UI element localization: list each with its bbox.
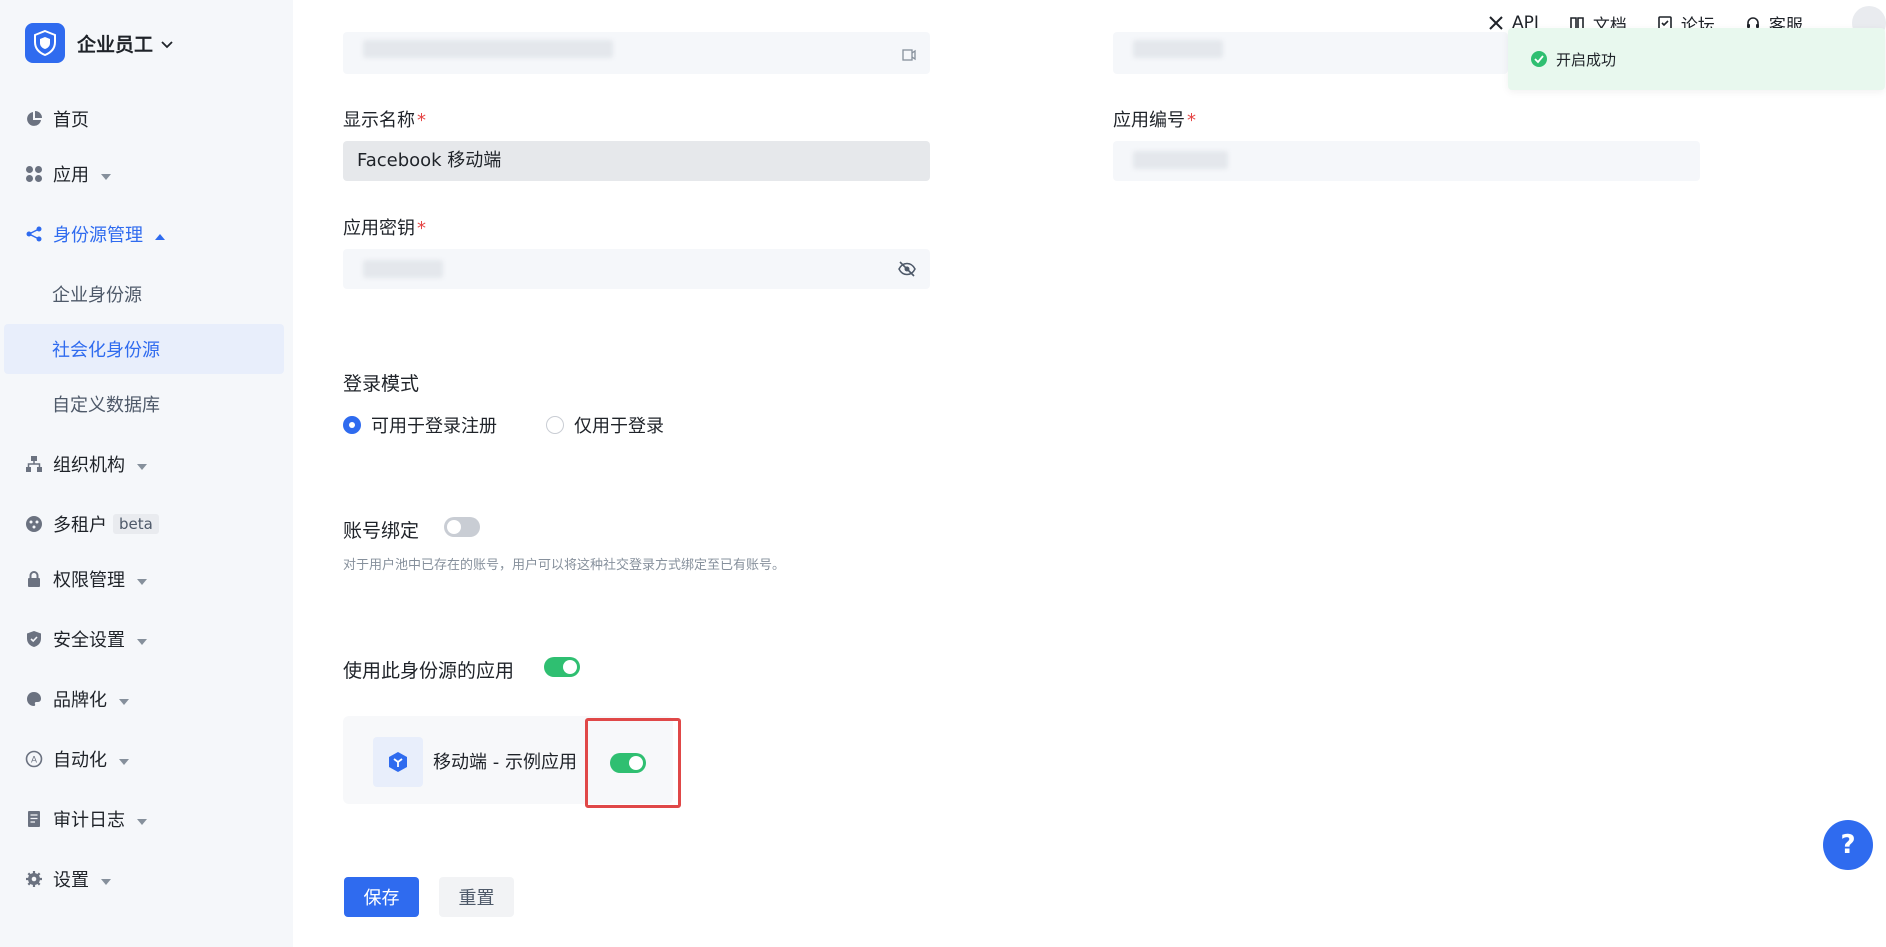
app-secret-label: 应用密钥 * — [343, 218, 426, 239]
apps-using-toggle[interactable] — [544, 657, 580, 677]
gear-icon — [25, 870, 43, 888]
eye-off-icon[interactable] — [898, 260, 916, 282]
sidebar-item-label: 多租户 — [53, 515, 107, 536]
org-logo — [25, 23, 65, 63]
sidebar-item-multitenant[interactable]: 多租户 beta — [0, 499, 284, 549]
palette-icon — [25, 690, 43, 708]
sidebar-item-label: 组织机构 — [53, 455, 125, 476]
sidebar-item-branding[interactable]: 品牌化 — [0, 674, 284, 724]
app-name: 移动端 - 示例应用 — [433, 752, 577, 773]
svg-text:A: A — [31, 755, 37, 765]
display-name-label: 显示名称 * — [343, 110, 426, 131]
sidebar-item-permissions[interactable]: 权限管理 — [0, 554, 284, 604]
caret-down-icon — [137, 629, 147, 650]
automation-icon: A — [25, 750, 43, 768]
share-icon — [25, 225, 43, 243]
sidebar-subitem-social[interactable]: 社会化身份源 — [4, 324, 284, 374]
sidebar-item-label: 身份源管理 — [53, 225, 143, 246]
sidebar-item-label: 设置 — [53, 870, 89, 891]
redacted-value — [363, 260, 443, 278]
sidebar-item-label: 审计日志 — [53, 810, 125, 831]
caret-down-icon — [101, 164, 111, 185]
sidebar-item-label: 自动化 — [53, 750, 107, 771]
radio-label: 仅用于登录 — [574, 416, 664, 437]
caret-up-icon — [155, 224, 165, 245]
sidebar-item-label: 安全设置 — [53, 630, 125, 651]
radio-login-register[interactable]: 可用于登录注册 — [343, 412, 497, 438]
radio-unchecked-icon — [546, 416, 564, 434]
org-tree-icon — [25, 455, 43, 473]
sidebar-subitem-enterprise[interactable]: 企业身份源 — [4, 269, 284, 319]
account-binding-hint: 对于用户池中已存在的账号，用户可以将这种社交登录方式绑定至已有账号。 — [343, 558, 786, 573]
save-button[interactable]: 保存 — [344, 877, 419, 917]
sidebar-item-home[interactable]: 首页 — [0, 94, 284, 144]
sidebar-item-label: 首页 — [53, 110, 89, 131]
caret-down-icon — [119, 749, 129, 770]
check-circle-icon — [1531, 51, 1547, 67]
sidebar-item-identity-sources[interactable]: 身份源管理 — [0, 209, 284, 259]
sidebar-subitem-label: 企业身份源 — [52, 285, 142, 306]
redacted-value — [363, 40, 613, 58]
toast-message: 开启成功 — [1556, 50, 1617, 69]
org-name: 企业员工 — [77, 33, 154, 56]
top-input-right[interactable] — [1113, 32, 1508, 74]
grid-icon — [25, 165, 43, 183]
beta-badge: beta — [113, 514, 159, 534]
radio-checked-icon — [343, 416, 361, 434]
sidebar-item-org[interactable]: 组织机构 — [0, 439, 284, 489]
help-button[interactable]: ? — [1823, 820, 1873, 870]
app-id-input[interactable] — [1113, 141, 1700, 181]
radio-label: 可用于登录注册 — [371, 416, 497, 437]
app-id-label: 应用编号 * — [1113, 110, 1196, 131]
tools-icon — [1489, 16, 1503, 30]
redacted-value — [1133, 151, 1228, 169]
success-toast: 开启成功 — [1508, 28, 1885, 90]
sidebar-subitem-label: 社会化身份源 — [52, 340, 160, 361]
caret-down-icon — [137, 569, 147, 590]
chevron-down-icon — [161, 34, 173, 53]
sidebar-item-label: 应用 — [53, 165, 89, 186]
sidebar-item-automation[interactable]: A 自动化 — [0, 734, 284, 784]
sidebar-item-audit-log[interactable]: 审计日志 — [0, 794, 284, 844]
multitenant-icon — [25, 515, 43, 533]
pie-chart-icon — [25, 110, 43, 128]
reset-button[interactable]: 重置 — [439, 877, 514, 917]
app-secret-input[interactable] — [343, 249, 930, 289]
account-binding-toggle[interactable] — [444, 517, 480, 537]
sidebar-item-apps[interactable]: 应用 — [0, 149, 284, 199]
copy-icon[interactable] — [902, 46, 916, 65]
sidebar-item-label: 权限管理 — [53, 570, 125, 591]
shield-icon — [25, 630, 43, 648]
highlight-box — [585, 718, 681, 808]
document-icon — [25, 810, 43, 828]
sidebar-subitem-custom-db[interactable]: 自定义数据库 — [4, 379, 284, 429]
org-switcher[interactable]: 企业员工 — [25, 23, 173, 63]
redacted-value — [1133, 40, 1223, 58]
login-mode-title: 登录模式 — [343, 373, 420, 395]
display-name-input[interactable]: Facebook 移动端 — [343, 141, 930, 181]
lock-icon — [25, 570, 43, 588]
display-name-value: Facebook 移动端 — [357, 150, 502, 171]
caret-down-icon — [137, 454, 147, 475]
radio-login-only[interactable]: 仅用于登录 — [546, 412, 664, 438]
sidebar-subitem-label: 自定义数据库 — [52, 395, 160, 416]
sidebar-item-settings[interactable]: 设置 — [0, 854, 284, 904]
caret-down-icon — [101, 869, 111, 890]
sidebar-item-label: 品牌化 — [53, 690, 107, 711]
sidebar-item-security[interactable]: 安全设置 — [0, 614, 284, 664]
account-binding-title: 账号绑定 — [343, 520, 420, 542]
cube-icon — [373, 737, 423, 787]
caret-down-icon — [119, 689, 129, 710]
apps-using-title: 使用此身份源的应用 — [343, 660, 515, 682]
sidebar: 企业员工 首页 应用 身份源管理 企业身份源 社会化身份源 自定义数据库 组织机… — [0, 0, 293, 947]
caret-down-icon — [137, 809, 147, 830]
top-input-left[interactable] — [343, 32, 930, 74]
